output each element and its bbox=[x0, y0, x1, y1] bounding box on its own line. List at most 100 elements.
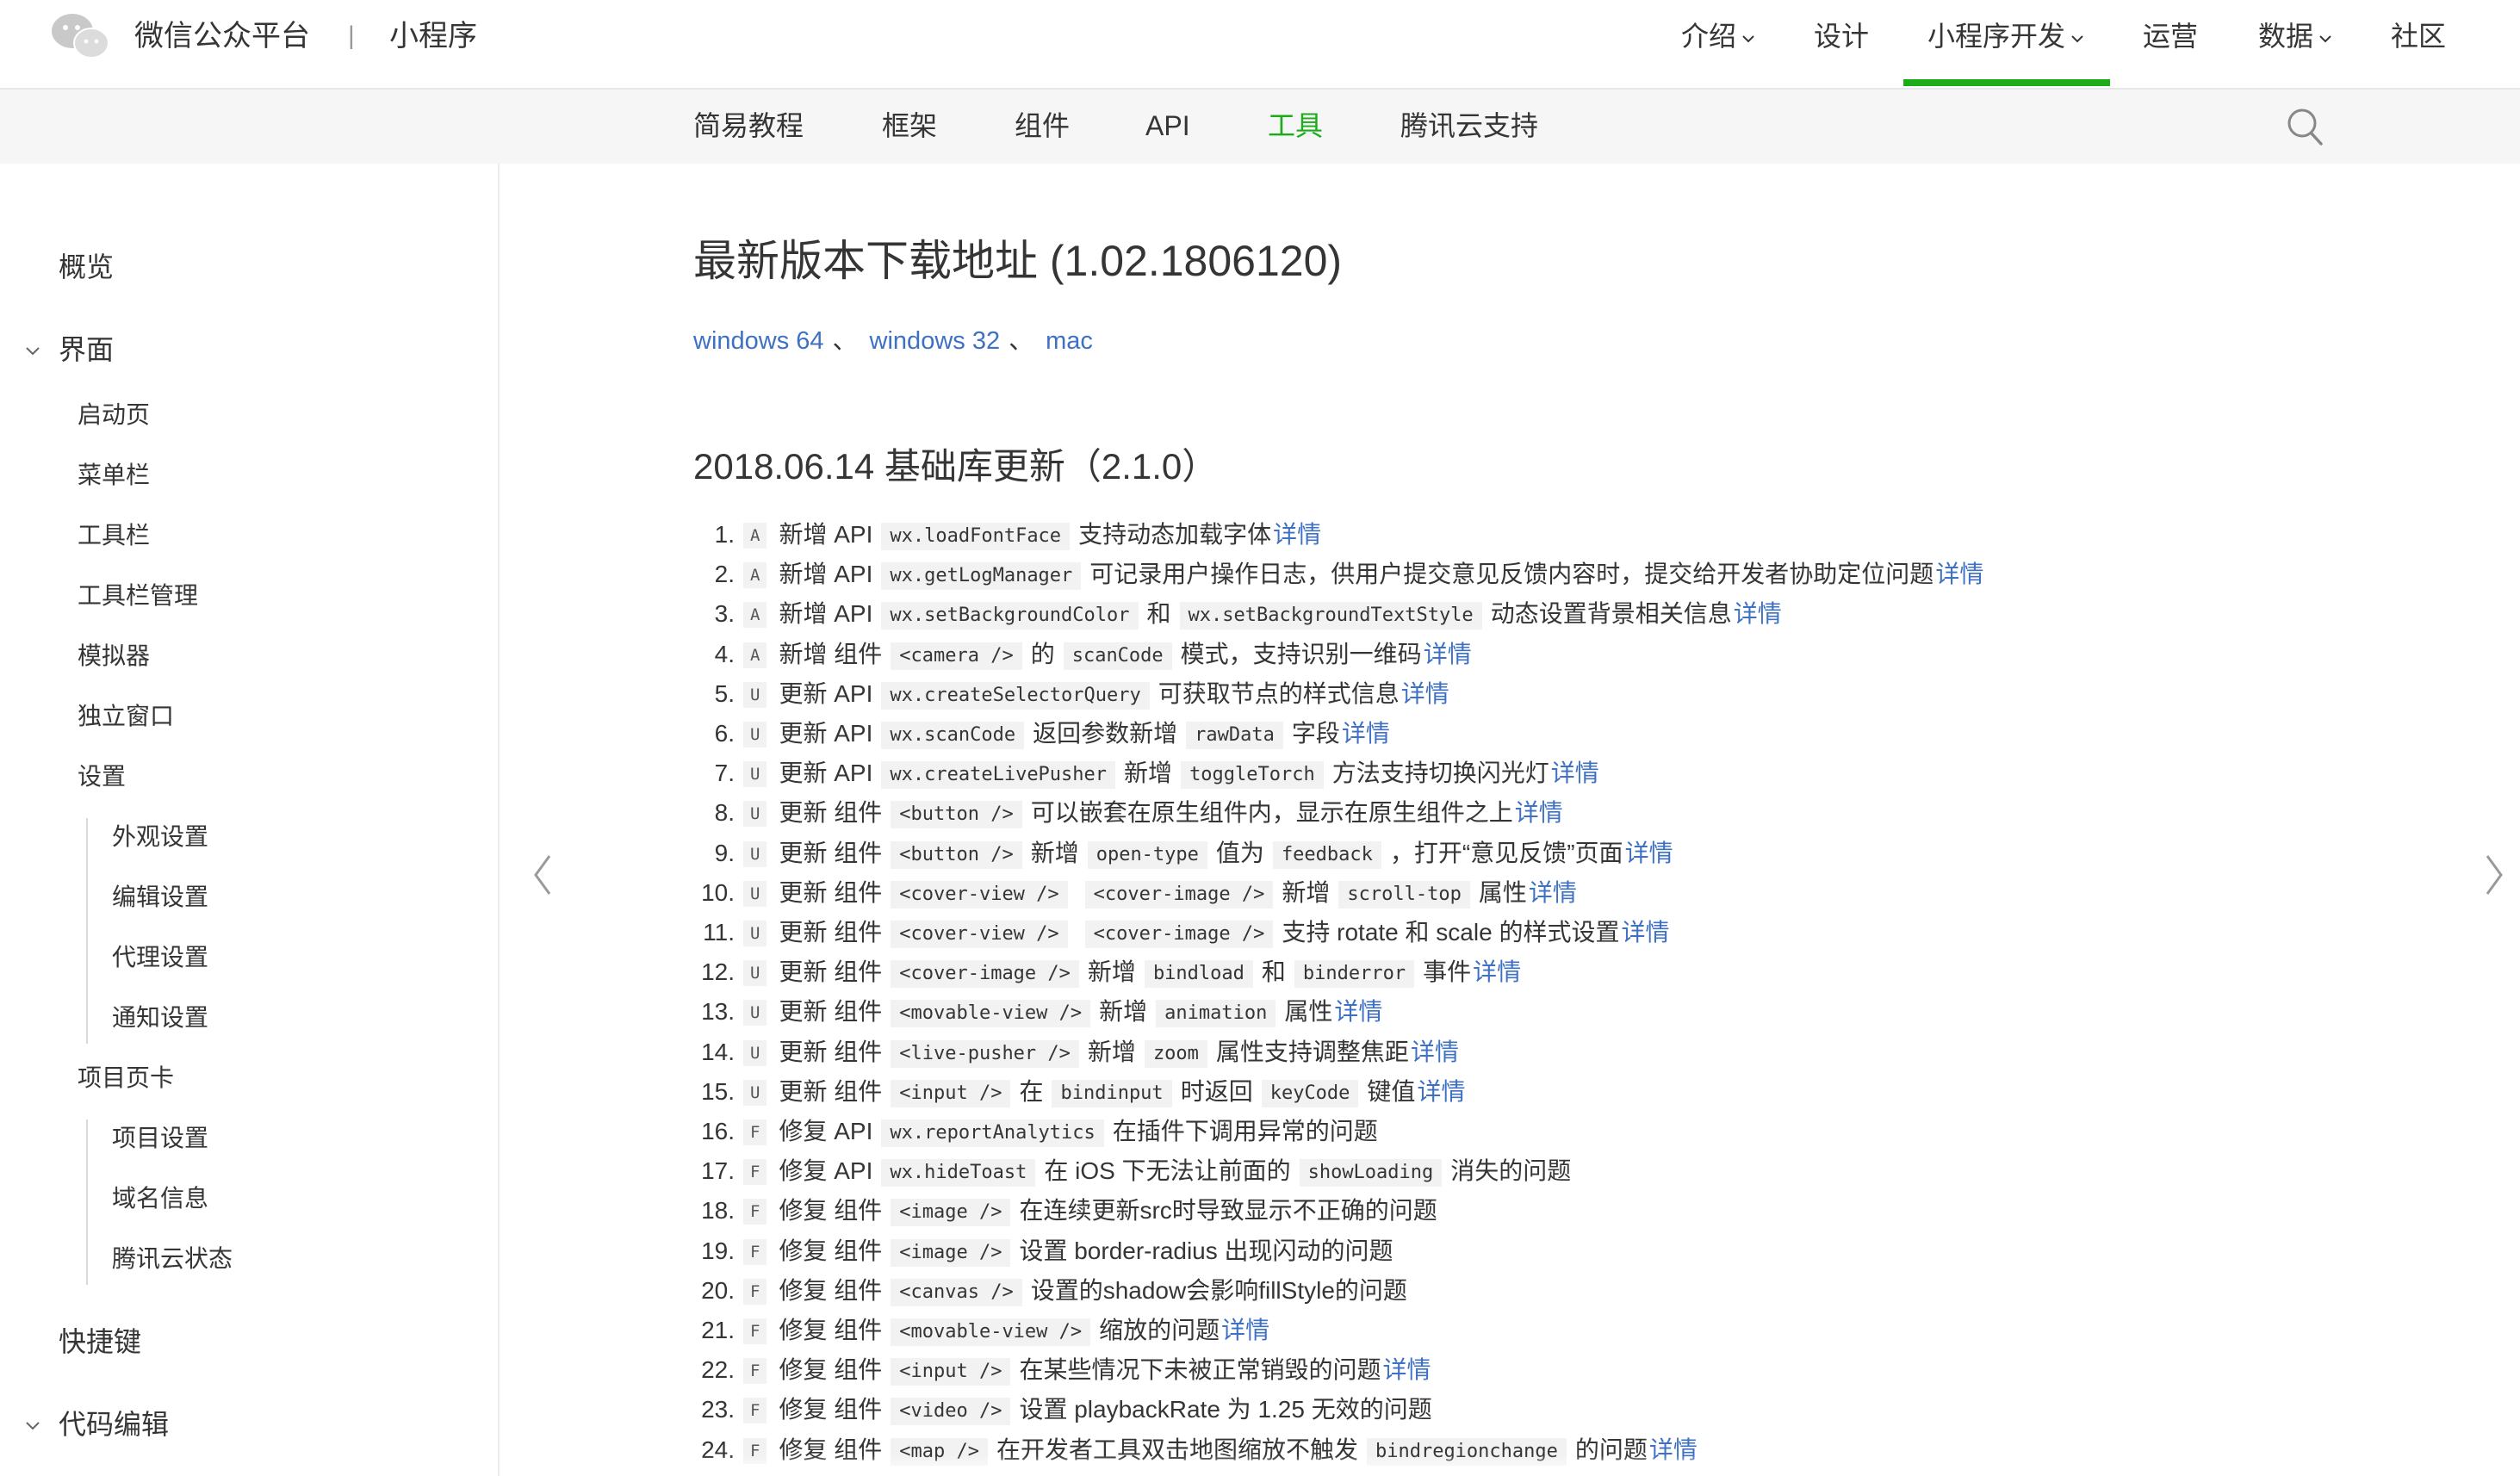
inline-code: open-type bbox=[1087, 841, 1207, 869]
item-number: 1. bbox=[714, 521, 735, 548]
details-link[interactable]: 详情 bbox=[1411, 1039, 1459, 1065]
details-link[interactable]: 详情 bbox=[1515, 799, 1563, 826]
chevron-left-icon[interactable] bbox=[525, 849, 560, 901]
sidebar-item-menubar[interactable]: 菜单栏 bbox=[78, 458, 150, 493]
nav-item-intro[interactable]: 介绍 bbox=[1681, 17, 1755, 55]
details-link[interactable]: 详情 bbox=[1401, 680, 1449, 707]
change-type-badge: U bbox=[743, 801, 767, 827]
inline-code: <cover-view /> bbox=[891, 881, 1068, 909]
details-link[interactable]: 详情 bbox=[1529, 879, 1577, 906]
nav-item-ops[interactable]: 运营 bbox=[2143, 17, 2198, 55]
scroll-fade bbox=[500, 1455, 2520, 1476]
item-body: F 修复 组件 <canvas /> 设置的shadow会影响fillStyle的问题 bbox=[743, 1271, 1407, 1311]
item-body: F 修复 组件 <image /> 设置 border-radius 出现闪动的问题 bbox=[743, 1231, 1393, 1271]
inline-code: scanCode bbox=[1063, 642, 1172, 670]
sidebar-item-shortcuts[interactable]: 快捷键 bbox=[59, 1323, 141, 1361]
item-body: F 修复 组件 <input /> 在某些情况下未被正常销毁的问题详情 bbox=[743, 1350, 1431, 1390]
tab-components[interactable]: 组件 bbox=[1015, 107, 1070, 145]
details-link[interactable]: 详情 bbox=[1424, 641, 1472, 667]
sidebar-item-interface[interactable]: 界面 bbox=[59, 331, 114, 369]
brand-title[interactable]: 微信公众平台 bbox=[134, 16, 310, 57]
download-mac-link[interactable]: mac bbox=[1046, 327, 1093, 355]
sidebar-item-project-settings[interactable]: 项目设置 bbox=[112, 1121, 208, 1156]
search-icon[interactable] bbox=[2286, 107, 2324, 146]
inline-code: binderror bbox=[1294, 960, 1415, 988]
nav-item-design[interactable]: 设计 bbox=[1814, 17, 1869, 55]
item-text: 值为 bbox=[1215, 840, 1264, 866]
chevron-right-icon[interactable] bbox=[2477, 849, 2511, 901]
tab-framework[interactable]: 框架 bbox=[882, 107, 937, 145]
details-link[interactable]: 详情 bbox=[1473, 958, 1521, 985]
item-number: 6. bbox=[714, 720, 735, 747]
item-text: 更新 组件 bbox=[779, 799, 883, 826]
chevron-down-icon[interactable] bbox=[22, 341, 43, 362]
sidebar-item-settings[interactable]: 设置 bbox=[78, 760, 126, 794]
details-link[interactable]: 详情 bbox=[1935, 561, 1983, 587]
sidebar-item-domain[interactable]: 域名信息 bbox=[112, 1181, 208, 1216]
sidebar-item-proxy[interactable]: 代理设置 bbox=[112, 940, 208, 975]
sidebar-item-project-tab[interactable]: 项目页卡 bbox=[78, 1061, 174, 1095]
nav-item-data[interactable]: 数据 bbox=[2258, 17, 2332, 55]
sidebar-item-splash[interactable]: 启动页 bbox=[78, 398, 150, 432]
tab-tutorial[interactable]: 简易教程 bbox=[693, 107, 804, 145]
details-link[interactable]: 详情 bbox=[1417, 1078, 1465, 1105]
sidebar-item-simulator[interactable]: 模拟器 bbox=[78, 639, 150, 673]
item-text: 返回参数新增 bbox=[1033, 720, 1178, 747]
nav-item-community[interactable]: 社区 bbox=[2391, 17, 2446, 55]
item-text: 更新 组件 bbox=[779, 1078, 883, 1105]
link-separator: 、 bbox=[1009, 327, 1034, 355]
tab-api[interactable]: API bbox=[1145, 107, 1190, 145]
sidebar-item-code-edit[interactable]: 代码编辑 bbox=[59, 1405, 169, 1443]
item-text: 新增 bbox=[1030, 840, 1079, 866]
inline-code: scroll-top bbox=[1338, 881, 1470, 909]
sidebar-item-toolbar-manage[interactable]: 工具栏管理 bbox=[78, 579, 198, 613]
brand-product[interactable]: 小程序 bbox=[389, 16, 477, 57]
change-type-badge: F bbox=[743, 1159, 767, 1185]
details-link[interactable]: 详情 bbox=[1382, 1356, 1431, 1383]
inline-code: toggleTorch bbox=[1181, 761, 1324, 789]
nav-item-dev[interactable]: 小程序开发 bbox=[1927, 17, 2084, 55]
tree-guide-line bbox=[86, 1119, 88, 1285]
sidebar-item-notify[interactable]: 通知设置 bbox=[112, 1001, 208, 1035]
sidebar-item-toolbar[interactable]: 工具栏 bbox=[78, 518, 150, 553]
item-text: 在插件下调用异常的问题 bbox=[1112, 1118, 1378, 1144]
tab-tools[interactable]: 工具 bbox=[1268, 107, 1323, 145]
tab-cloud[interactable]: 腾讯云支持 bbox=[1400, 107, 1538, 145]
sidebar-item-window[interactable]: 独立窗口 bbox=[78, 699, 174, 734]
details-link[interactable]: 详情 bbox=[1221, 1317, 1269, 1343]
item-text: 修复 组件 bbox=[779, 1356, 883, 1383]
download-windows64-link[interactable]: windows 64 bbox=[693, 327, 824, 355]
sidebar-item-cloud-status[interactable]: 腾讯云状态 bbox=[112, 1242, 233, 1276]
details-link[interactable]: 详情 bbox=[1734, 600, 1782, 627]
item-text: 动态设置背景相关信息 bbox=[1490, 600, 1732, 627]
inline-code: <live-pusher /> bbox=[891, 1040, 1079, 1068]
sidebar-item-editor-settings[interactable]: 编辑设置 bbox=[112, 880, 208, 915]
item-text: 更新 API bbox=[779, 720, 873, 747]
details-link[interactable]: 详情 bbox=[1621, 919, 1669, 946]
item-text: 新增 bbox=[1087, 958, 1136, 985]
sidebar-item-overview[interactable]: 概览 bbox=[59, 248, 114, 286]
wechat-logo-icon[interactable] bbox=[48, 10, 112, 62]
change-type-badge: A bbox=[743, 642, 767, 668]
details-link[interactable]: 详情 bbox=[1334, 998, 1382, 1025]
item-number: 2. bbox=[714, 561, 735, 587]
item-text: 更新 API bbox=[779, 680, 873, 707]
change-type-badge: U bbox=[743, 1040, 767, 1066]
item-text: 新增 bbox=[1087, 1039, 1136, 1065]
details-link[interactable]: 详情 bbox=[1625, 840, 1673, 866]
item-number: 11. bbox=[703, 919, 735, 946]
inline-code: <input /> bbox=[891, 1080, 1011, 1107]
download-windows32-link[interactable]: windows 32 bbox=[870, 327, 1001, 355]
item-text: 更新 API bbox=[779, 760, 873, 786]
item-text: 更新 组件 bbox=[779, 1039, 883, 1065]
details-link[interactable]: 详情 bbox=[1273, 521, 1321, 548]
details-link[interactable]: 详情 bbox=[1342, 720, 1390, 747]
inline-code: showLoading bbox=[1299, 1159, 1443, 1187]
sidebar-item-appearance[interactable]: 外观设置 bbox=[112, 820, 208, 854]
item-text: 修复 API bbox=[779, 1157, 873, 1184]
item-body: F 修复 组件 <image /> 在连续更新src时导致显示不正确的问题 bbox=[743, 1191, 1437, 1231]
inline-code: <button /> bbox=[891, 801, 1022, 828]
details-link[interactable]: 详情 bbox=[1551, 760, 1599, 786]
sidebar: 概览 界面 启动页 菜单栏 工具栏 工具栏管理 模拟器 独立窗口 设置 外观设置… bbox=[0, 164, 500, 1476]
chevron-down-icon[interactable] bbox=[22, 1416, 43, 1436]
